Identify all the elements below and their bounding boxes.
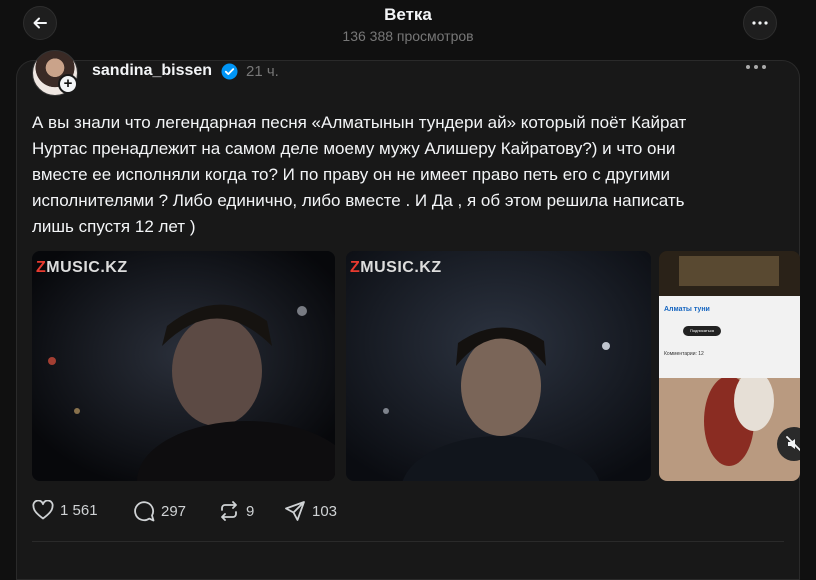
header-more-button[interactable] <box>743 6 777 40</box>
post-text-line: Нуртас пренадлежит на самом деле моему м… <box>32 139 676 158</box>
post-time[interactable]: 21 ч. <box>246 63 279 80</box>
comment-count: 297 <box>161 502 187 520</box>
like-count: 1 561 <box>60 501 98 519</box>
verified-icon <box>221 63 238 80</box>
thread-header: Ветка 136 388 просмотров <box>0 0 816 52</box>
page-title: Ветка <box>384 5 432 24</box>
comment-icon <box>134 501 155 522</box>
media-video-3[interactable]: Алматы туни Подписаться Комментарии: 12 <box>659 251 800 481</box>
post-text-line: исполнителями ? Либо единично, либо вмес… <box>32 191 685 210</box>
mute-icon <box>786 436 800 452</box>
post-text: А вы знали что легендарная песня «Алматы… <box>32 110 782 240</box>
like-button[interactable]: 1 561 <box>32 500 98 520</box>
video-watermark: ZMUSIC.KZ <box>36 259 128 276</box>
post-username[interactable]: sandina_bissen <box>92 62 212 80</box>
repost-button[interactable]: 9 <box>218 500 254 522</box>
heart-icon <box>32 500 54 520</box>
share-count: 103 <box>312 502 338 520</box>
youtube-card: Алматы туни Подписаться Комментарии: 12 <box>659 296 800 378</box>
yt-subscribe-button: Подписаться <box>683 326 721 336</box>
comment-button[interactable]: 297 <box>133 500 186 522</box>
view-count: 136 388 просмотров <box>342 28 474 44</box>
more-icon[interactable] <box>745 64 767 70</box>
yt-video-title: Алматы туни <box>664 306 710 313</box>
yt-comments: Комментарии: 12 <box>664 351 704 357</box>
plus-icon[interactable]: + <box>58 74 78 94</box>
post-text-line: лишь спустя 12 лет ) <box>32 217 196 236</box>
more-icon <box>752 21 768 25</box>
post-text-line: А вы знали что легендарная песня «Алматы… <box>32 113 687 132</box>
divider <box>32 541 784 542</box>
media-video-2[interactable]: ZMUSIC.KZ <box>346 251 651 481</box>
repost-count: 9 <box>246 502 255 520</box>
post-text-line: вместе ее исполняли когда то? И по праву… <box>32 165 670 184</box>
repost-icon <box>221 501 237 521</box>
video-frame-image <box>346 251 651 481</box>
avatar[interactable]: + <box>32 50 78 96</box>
share-button[interactable]: 103 <box>284 500 337 522</box>
video-frame-image <box>32 251 335 481</box>
share-icon <box>285 501 305 521</box>
video-watermark: ZMUSIC.KZ <box>350 259 442 276</box>
media-video-1[interactable]: ZMUSIC.KZ <box>32 251 335 481</box>
